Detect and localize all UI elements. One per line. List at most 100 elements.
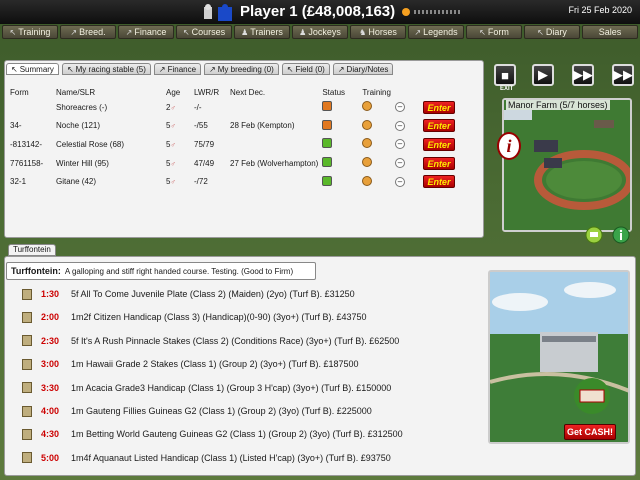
race-row[interactable]: 3:30 1m Acacia Grade3 Handicap (Class 1) … xyxy=(22,378,391,398)
summary-tabs: ↖ Summary ↖ My racing stable (5) ↗ Finance … xyxy=(6,63,394,75)
col-next-dec[interactable]: Next Dec. xyxy=(228,86,320,98)
training-cell[interactable] xyxy=(360,117,393,136)
enter-button[interactable]: Enter xyxy=(422,137,455,151)
race-row[interactable]: 1:30 5f All To Come Juvenile Plate (Class… xyxy=(22,284,355,304)
training-cell[interactable] xyxy=(360,98,393,117)
enter-button[interactable]: Enter xyxy=(422,156,455,170)
remove-cell[interactable]: – xyxy=(393,117,421,136)
race-title[interactable]: 5f All To Come Juvenile Plate (Class 2) … xyxy=(71,289,355,299)
race-title[interactable]: 1m4f Aquanaut Listed Handicap (Class 1) … xyxy=(71,453,391,463)
race-row[interactable]: 2:00 1m2f Citizen Handicap (Class 3) (Han… xyxy=(22,307,367,327)
col-age[interactable]: Age xyxy=(164,86,192,98)
farm-map-image xyxy=(504,100,630,230)
tab-my-racing-stable[interactable]: ↖ My racing stable (5) xyxy=(61,63,151,75)
table-row[interactable]: 7761158- Winter Hill (95) 5♂ 47/49 27 Feb (W… xyxy=(8,154,461,173)
race-card-icon[interactable] xyxy=(22,358,32,370)
chat-icon[interactable] xyxy=(585,226,603,244)
col-form[interactable]: Form xyxy=(8,86,54,98)
help-icon[interactable] xyxy=(612,226,630,244)
skip-button[interactable]: ▶▶ xyxy=(612,64,634,86)
race-row[interactable]: 5:00 1m4f Aquanaut Listed Handicap (Class… xyxy=(22,448,391,468)
gender-icon: ♂ xyxy=(170,179,176,187)
training-cell[interactable] xyxy=(360,135,393,154)
menu-diary[interactable]: ↖ Diary xyxy=(524,25,580,39)
horse-name[interactable]: Celestial Rose (68) xyxy=(54,135,164,154)
race-card-icon[interactable] xyxy=(22,428,32,440)
tab-my-breeding[interactable]: ↗ My breeding (0) xyxy=(204,63,279,75)
menu-trainers[interactable]: ♟ Trainers xyxy=(234,25,290,39)
race-card-icon[interactable] xyxy=(22,311,32,323)
menu-breed[interactable]: ↗ Breed. xyxy=(60,25,116,39)
horse-name[interactable]: Winter Hill (95) xyxy=(54,154,164,173)
training-icon xyxy=(362,138,373,149)
tab-label: Field (0) xyxy=(295,64,325,74)
race-row[interactable]: 4:00 1m Gauteng Fillies Guineas G2 (Class… xyxy=(22,401,372,421)
horse-name[interactable]: Gitane (42) xyxy=(54,172,164,191)
menu-courses[interactable]: ↖ Courses xyxy=(176,25,232,39)
tab-turffontein[interactable]: Turffontein xyxy=(8,244,56,256)
menu-horses[interactable]: ♞ Horses xyxy=(350,25,406,39)
race-row[interactable]: 2:30 5f It's A Rush Pinnacle Stakes (Clas… xyxy=(22,331,399,351)
remove-cell[interactable]: – xyxy=(393,172,421,191)
table-row[interactable]: 32-1 Gitane (42) 5♂ -/72 – Enter xyxy=(8,172,461,191)
exit-button[interactable]: ■ xyxy=(494,64,516,86)
race-title[interactable]: 1m Gauteng Fillies Guineas G2 (Class 1) … xyxy=(71,406,372,416)
race-card-icon[interactable] xyxy=(22,335,32,347)
menu-label: Training xyxy=(18,27,51,37)
training-cell[interactable] xyxy=(360,172,393,191)
training-icon xyxy=(362,119,373,130)
training-icon xyxy=(362,157,373,168)
play-button[interactable]: ▶ xyxy=(532,64,554,86)
form-cell: -813142- xyxy=(10,139,43,149)
race-row[interactable]: 4:30 1m Betting World Gauteng Guineas G2 … xyxy=(22,424,403,444)
remove-cell[interactable]: – xyxy=(393,154,421,173)
race-card-icon[interactable] xyxy=(22,405,32,417)
get-cash-button[interactable]: Get CASH! xyxy=(564,424,616,440)
menu-legends[interactable]: ↗ Legends xyxy=(408,25,464,39)
tab-finance[interactable]: ↗ Finance xyxy=(153,63,202,75)
remove-cell[interactable]: – xyxy=(393,98,421,117)
race-time: 4:30 xyxy=(41,429,60,440)
table-row[interactable]: -813142- Celestial Rose (68) 5♂ 75/79 – Enter xyxy=(8,135,461,154)
col-training[interactable]: Training xyxy=(360,86,393,98)
race-title[interactable]: 1m Betting World Gauteng Guineas G2 (Cla… xyxy=(71,429,403,439)
tab-field[interactable]: ↖ Field (0) xyxy=(281,63,330,75)
stable-table: Form Name/SLR Age LWR/R Next Dec. Status… xyxy=(8,86,461,191)
col-lwr[interactable]: LWR/R xyxy=(192,86,228,98)
menu-form[interactable]: ↖ Form xyxy=(466,25,522,39)
race-card-icon[interactable] xyxy=(22,452,32,464)
stop-icon: ■ xyxy=(501,67,509,83)
table-row[interactable]: 34- Noche (121) 5♂ -/55 28 Feb (Kempton) – Ent… xyxy=(8,117,461,136)
menu-sales[interactable]: Sales xyxy=(582,25,638,39)
farm-view[interactable] xyxy=(502,98,632,232)
remove-cell[interactable]: – xyxy=(393,135,421,154)
col-status[interactable]: Status xyxy=(320,86,360,98)
fast-forward-icon: ▶▶ xyxy=(573,67,593,82)
enter-button[interactable]: Enter xyxy=(422,100,455,114)
race-time: 5:00 xyxy=(41,452,60,463)
col-name[interactable]: Name/SLR xyxy=(54,86,164,98)
menu-training[interactable]: ↖ Training xyxy=(2,25,58,39)
race-title[interactable]: 1m2f Citizen Handicap (Class 3) (Handica… xyxy=(71,312,367,322)
race-row[interactable]: 3:00 1m Hawaii Grade 2 Stakes (Class 1) (… xyxy=(22,354,359,374)
next-dec-cell: 27 Feb (Wolverhampton) xyxy=(230,158,319,168)
fast-forward-button[interactable]: ▶▶ xyxy=(572,64,594,86)
enter-button[interactable]: Enter xyxy=(422,175,455,189)
horse-name[interactable]: Shoreacres (-) xyxy=(54,98,164,117)
menu-jockeys[interactable]: ♟ Jockeys xyxy=(292,25,348,39)
horse-name[interactable]: Noche (121) xyxy=(54,117,164,136)
table-row[interactable]: Shoreacres (-) 2♂ -/- – Enter xyxy=(8,98,461,117)
training-cell[interactable] xyxy=(360,154,393,173)
tab-diary-notes[interactable]: ↗ Diary/Notes xyxy=(332,63,394,75)
race-time: 1:30 xyxy=(41,289,60,299)
minus-icon: – xyxy=(394,120,405,131)
enter-button[interactable]: Enter xyxy=(422,119,455,133)
menu-finance[interactable]: ↗ Finance xyxy=(118,25,174,39)
race-card-icon[interactable] xyxy=(22,288,32,300)
race-title[interactable]: 1m Acacia Grade3 Handicap (Class 1) (Gro… xyxy=(71,383,391,393)
info-icon[interactable]: i xyxy=(497,132,521,160)
race-title[interactable]: 5f It's A Rush Pinnacle Stakes (Class 2)… xyxy=(71,336,399,346)
race-title[interactable]: 1m Hawaii Grade 2 Stakes (Class 1) (Grou… xyxy=(71,359,359,369)
tab-summary[interactable]: ↖ Summary xyxy=(6,63,59,75)
race-card-icon[interactable] xyxy=(22,382,32,394)
